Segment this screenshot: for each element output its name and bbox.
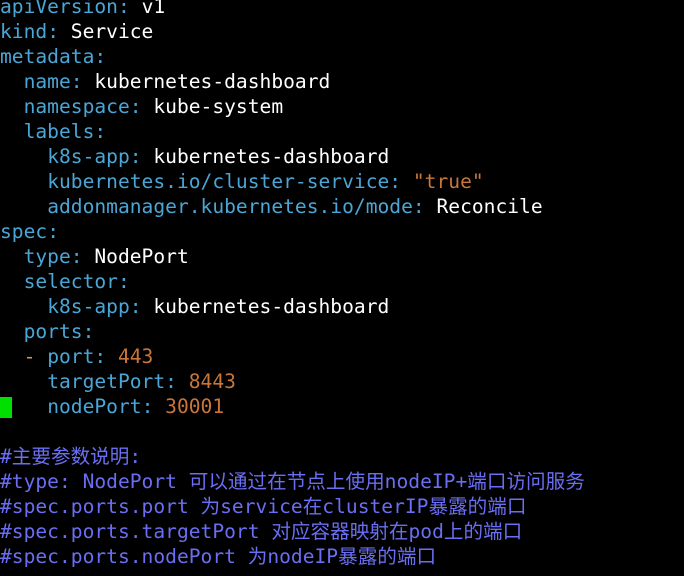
yaml-key: nodePort	[47, 395, 142, 418]
yaml-value: kubernetes-dashboard	[153, 145, 390, 168]
yaml-value: Service	[70, 20, 154, 43]
yaml-line-selector-k8s-app: k8s-app: kubernetes-dashboard	[47, 295, 390, 318]
comment-line: #spec.ports.targetPort 对应容器映射在pod上的端口	[0, 520, 523, 543]
yaml-key: ports	[23, 320, 83, 343]
yaml-key: k8s-app	[47, 295, 130, 318]
yaml-key: targetPort	[47, 370, 166, 393]
terminal-editor[interactable]: apiVersion: v1 kind: Service metadata: n…	[0, 0, 684, 569]
yaml-line-port: - port: 443	[23, 345, 154, 368]
yaml-key: metadata	[0, 45, 95, 68]
yaml-value: kube-system	[153, 95, 284, 118]
yaml-key: selector	[23, 270, 118, 293]
yaml-line-apiversion: apiVersion: v1	[0, 0, 684, 19]
yaml-key: namespace	[23, 95, 130, 118]
yaml-key: labels	[23, 120, 95, 143]
yaml-value: Reconcile	[436, 195, 543, 218]
text-cursor	[0, 397, 12, 418]
yaml-string-value: "true"	[412, 170, 484, 193]
yaml-key: name	[23, 70, 71, 93]
yaml-key: spec	[0, 220, 48, 243]
yaml-value: kubernetes-dashboard	[153, 295, 390, 318]
yaml-list-dash: -	[23, 345, 36, 368]
comment-line: #主要参数说明:	[0, 445, 142, 468]
comment-line: #spec.ports.port 为service在clusterIP暴露的端口	[0, 495, 527, 518]
yaml-number-value: 8443	[188, 370, 236, 393]
comment-line: #type: NodePort 可以通过在节点上使用nodeIP+端口访问服务	[0, 470, 585, 493]
yaml-line-metadata: metadata:	[0, 45, 107, 68]
yaml-line-labels: labels:	[23, 120, 107, 143]
yaml-key: apiVersion	[0, 0, 118, 18]
yaml-line-selector: selector:	[23, 270, 130, 293]
yaml-value: NodePort	[94, 245, 189, 268]
yaml-line-addonmanager: addonmanager.kubernetes.io/mode: Reconci…	[47, 195, 543, 218]
comment-line: #spec.ports.nodePort 为nodeIP暴露的端口	[0, 545, 437, 568]
yaml-line-name: name: kubernetes-dashboard	[23, 70, 331, 93]
yaml-key: k8s-app	[47, 145, 130, 168]
yaml-line-spec: spec:	[0, 220, 59, 243]
yaml-number-value: 30001	[165, 395, 225, 418]
yaml-line-k8s-app: k8s-app: kubernetes-dashboard	[47, 145, 390, 168]
yaml-line-kind: kind: Service	[0, 20, 154, 43]
yaml-line-type: type: NodePort	[23, 245, 189, 268]
yaml-number-value: 443	[117, 345, 154, 368]
yaml-key: kind	[0, 20, 48, 43]
yaml-value: v1	[141, 0, 166, 18]
yaml-line-targetport: targetPort: 8443	[47, 370, 236, 393]
yaml-key: kubernetes.io/cluster-service	[47, 170, 390, 193]
yaml-line-nodeport: nodePort: 30001	[0, 394, 684, 419]
yaml-key: addonmanager.kubernetes.io/mode	[47, 195, 413, 218]
yaml-line-namespace: namespace: kube-system	[23, 95, 284, 118]
yaml-line-cluster-service: kubernetes.io/cluster-service: "true"	[47, 170, 484, 193]
yaml-key: port	[47, 345, 95, 368]
yaml-line-ports: ports:	[23, 320, 95, 343]
yaml-key: type	[23, 245, 71, 268]
yaml-value: kubernetes-dashboard	[94, 70, 331, 93]
